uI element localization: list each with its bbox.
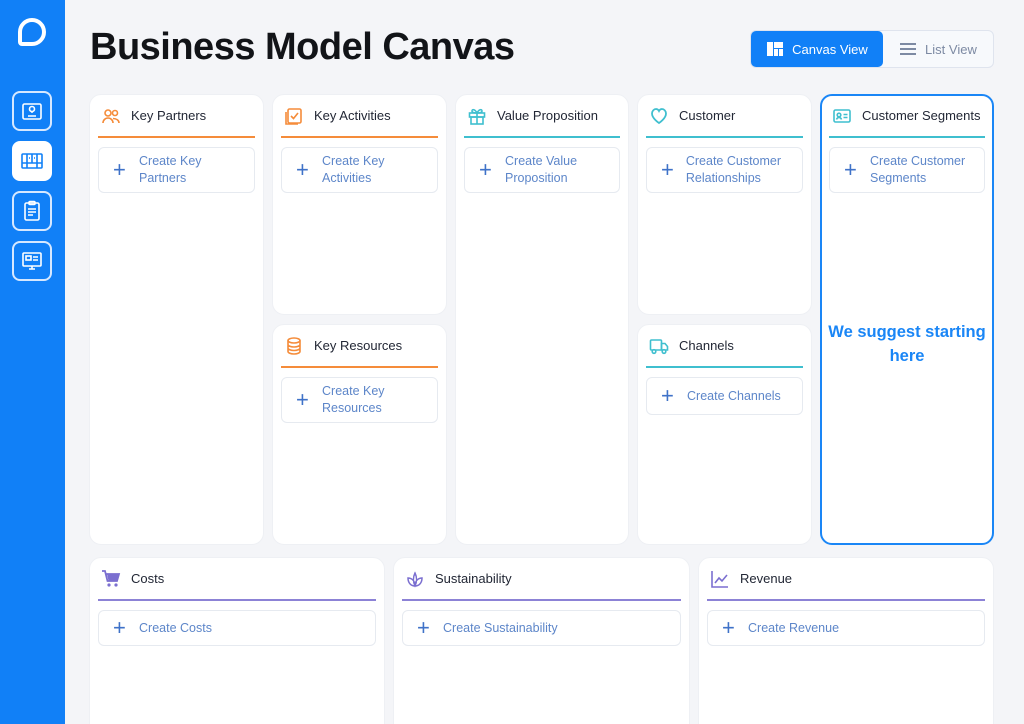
block-channels: Channels + Create Channels — [637, 324, 812, 545]
plus-icon: + — [661, 157, 674, 182]
list-view-button[interactable]: List View — [883, 31, 993, 67]
block-key-resources: Key Resources + Create Key Resources — [272, 324, 447, 545]
app-logo[interactable] — [18, 18, 46, 46]
block-costs: Costs + Create Costs — [89, 557, 385, 724]
block-revenue: Revenue + Create Revenue — [698, 557, 994, 724]
plus-icon: + — [722, 615, 735, 640]
block-header: Revenue — [707, 558, 985, 601]
plus-icon: + — [479, 157, 492, 182]
sidebar-item-ideas[interactable] — [12, 91, 52, 131]
block-title: Channels — [679, 338, 734, 353]
block-title: Key Activities — [314, 108, 391, 123]
block-header: Customer — [646, 95, 803, 138]
block-header: Costs — [98, 558, 376, 601]
sidebar-item-clipboard[interactable] — [12, 191, 52, 231]
database-icon — [287, 336, 301, 355]
plus-icon: + — [113, 157, 126, 182]
create-label: Create Channels — [687, 388, 781, 403]
create-label: Create Value Proposition — [505, 154, 578, 185]
block-title: Key Resources — [314, 338, 403, 353]
truck-icon — [649, 338, 669, 354]
block-customer-segments: Customer Segments + Create Customer Segm… — [820, 94, 994, 545]
view-toggle: Canvas View List View — [750, 30, 994, 68]
create-label: Create Customer Relationships — [685, 154, 782, 185]
block-title: Key Partners — [131, 108, 207, 123]
create-key-resources-button[interactable]: + Create Key Resources — [281, 377, 438, 423]
block-header: Key Partners — [98, 95, 255, 138]
sidebar — [0, 0, 65, 724]
create-sustainability-button[interactable]: + Create Sustainability — [402, 610, 681, 646]
sidebar-item-presentation[interactable] — [12, 241, 52, 281]
block-customer: Customer + Create Customer Relationships — [637, 94, 812, 315]
canvas-view-button[interactable]: Canvas View — [751, 31, 883, 67]
plus-icon: + — [296, 157, 309, 182]
create-customer-segments-button[interactable]: + Create Customer Segments — [829, 147, 985, 193]
idea-board-icon — [22, 103, 42, 120]
plus-icon: + — [844, 157, 857, 182]
leaf-icon — [407, 570, 423, 588]
plus-icon: + — [661, 383, 674, 408]
create-key-partners-button[interactable]: + Create Key Partners — [98, 147, 255, 193]
create-label: Create Key Resources — [322, 384, 385, 415]
block-header: Channels — [646, 325, 803, 368]
block-title: Customer Segments — [862, 108, 981, 123]
page-title: Business Model Canvas — [90, 26, 515, 68]
cart-icon — [102, 569, 121, 587]
plus-icon: + — [417, 615, 430, 640]
create-key-activities-button[interactable]: + Create Key Activities — [281, 147, 438, 193]
create-value-proposition-button[interactable]: + Create Value Proposition — [464, 147, 620, 193]
create-label: Create Costs — [139, 620, 212, 635]
list-view-label: List View — [925, 41, 977, 57]
canvas-view-icon — [767, 42, 784, 56]
suggestion-text: We suggest starting here — [828, 323, 986, 365]
sidebar-item-canvas[interactable] — [12, 141, 52, 181]
block-title: Sustainability — [435, 571, 512, 586]
clipboard-icon — [24, 200, 40, 221]
block-title: Costs — [131, 571, 165, 586]
create-label: Create Customer Segments — [870, 154, 966, 185]
gift-icon — [468, 108, 486, 125]
line-chart-icon — [711, 570, 728, 588]
block-sustainability: Sustainability + Create Sustainability — [393, 557, 690, 724]
create-customer-relationships-button[interactable]: + Create Customer Relationships — [646, 147, 803, 193]
plus-icon: + — [113, 615, 126, 640]
block-title: Revenue — [740, 571, 793, 586]
create-channels-button[interactable]: + Create Channels — [646, 377, 803, 415]
checklist-icon — [285, 107, 302, 125]
plus-icon: + — [296, 387, 309, 412]
block-title: Value Proposition — [497, 108, 598, 123]
canvas-grid-icon — [21, 153, 43, 169]
block-header: Value Proposition — [464, 95, 620, 138]
heart-icon — [651, 107, 667, 124]
canvas-view-label: Canvas View — [792, 41, 868, 57]
block-header: Customer Segments — [829, 95, 985, 138]
partners-icon — [102, 108, 120, 123]
block-header: Sustainability — [402, 558, 681, 601]
block-header: Key Resources — [281, 325, 438, 368]
block-title: Customer — [679, 108, 736, 123]
create-revenue-button[interactable]: + Create Revenue — [707, 610, 985, 646]
id-card-icon — [833, 108, 851, 123]
block-header: Key Activities — [281, 95, 438, 138]
create-label: Create Revenue — [748, 620, 840, 635]
create-label: Create Sustainability — [443, 620, 558, 635]
block-key-activities: Key Activities + Create Key Activities — [272, 94, 447, 315]
create-label: Create Key Partners — [139, 154, 202, 185]
presentation-icon — [22, 252, 42, 270]
block-key-partners: Key Partners + Create Key Partners — [89, 94, 264, 545]
create-costs-button[interactable]: + Create Costs — [98, 610, 376, 646]
list-view-icon — [900, 43, 917, 55]
block-value-proposition: Value Proposition + Create Value Proposi… — [455, 94, 629, 545]
create-label: Create Key Activities — [322, 154, 385, 185]
